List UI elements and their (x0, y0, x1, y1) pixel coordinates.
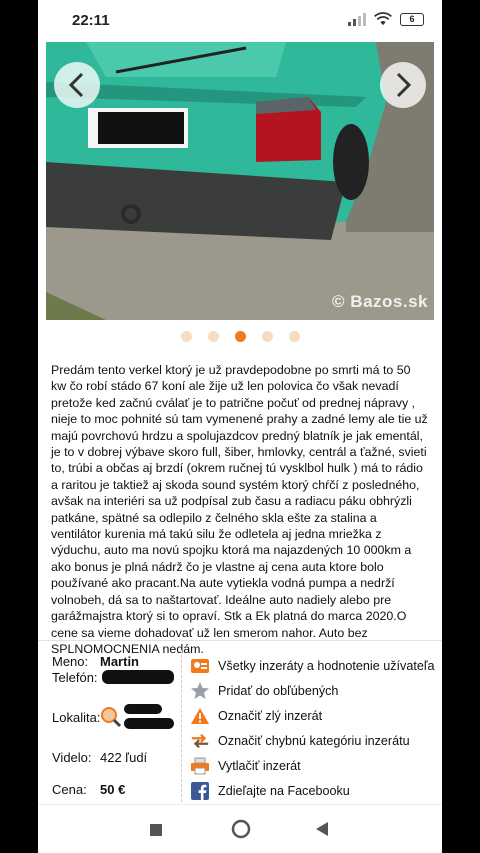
gallery-pagination (38, 331, 442, 342)
action-label: Označiť zlý inzerát (218, 709, 323, 723)
previous-photo-button[interactable] (54, 62, 100, 108)
battery-icon: 6 (400, 12, 424, 26)
signal-icon (348, 12, 366, 26)
square-icon (150, 824, 162, 836)
gallery-dot[interactable] (180, 331, 192, 342)
map-search-icon[interactable] (100, 706, 122, 728)
warning-icon (190, 706, 210, 726)
add-favorite-link[interactable]: Pridať do obľúbených (190, 681, 338, 701)
listing-photo[interactable]: © Bazos.sk (46, 42, 434, 320)
gallery-dot-active[interactable] (234, 331, 246, 342)
printer-icon (190, 756, 210, 776)
views-label: Videlo: (52, 750, 92, 765)
triangle-back-icon (316, 822, 328, 836)
all-listings-link[interactable]: Všetky inzeráty a hodnotenie užívateľa (190, 656, 435, 676)
car-photo-image (46, 42, 434, 320)
back-button[interactable] (316, 822, 328, 841)
user-card-icon (190, 656, 210, 676)
action-label: Pridať do obľúbených (218, 684, 339, 698)
action-label: Zdieľajte na Facebooku (218, 784, 350, 798)
screen: 22:11 6 © Bazos.sk Predám tento verkel k… (38, 0, 442, 853)
watermark-logo-icon: © (332, 292, 346, 311)
name-label: Meno: (52, 654, 89, 669)
price-label: Cena: (52, 782, 87, 797)
watermark-text: Bazos.sk (350, 292, 428, 311)
location-label: Lokalita: (52, 710, 101, 725)
vertical-divider (181, 650, 182, 802)
circle-icon (231, 819, 251, 839)
share-facebook-link[interactable]: Zdieľajte na Facebooku (190, 781, 350, 801)
status-bar: 22:11 6 (38, 0, 442, 42)
wrong-category-link[interactable]: Označiť chybnú kategóriu inzerátu (190, 731, 410, 751)
location-redacted (124, 704, 162, 714)
listing-description: Predám tento verkel ktorý je už pravdepo… (51, 363, 428, 656)
chevron-right-icon (396, 72, 412, 98)
photo-watermark: © Bazos.sk (332, 292, 428, 312)
gallery-dot[interactable] (207, 331, 219, 342)
swap-arrows-icon (190, 731, 210, 751)
divider (38, 640, 442, 641)
action-label: Označiť chybnú kategóriu inzerátu (218, 734, 410, 748)
phone-label: Telefón: (52, 670, 98, 685)
seller-name[interactable]: Martin (100, 654, 139, 669)
next-photo-button[interactable] (380, 62, 426, 108)
action-label: Všetky inzeráty a hodnotenie užívateľa (218, 659, 435, 673)
report-listing-link[interactable]: Označiť zlý inzerát (190, 706, 322, 726)
star-icon (190, 681, 210, 701)
action-label: Vytlačiť inzerát (218, 759, 301, 773)
recent-apps-button[interactable] (150, 823, 162, 841)
gallery-dot[interactable] (261, 331, 273, 342)
facebook-icon (190, 781, 210, 801)
location-redacted (124, 718, 174, 729)
print-listing-link[interactable]: Vytlačiť inzerát (190, 756, 301, 776)
gallery-dot[interactable] (288, 331, 300, 342)
views-count: 422 ľudí (100, 750, 148, 765)
system-navigation-bar (38, 804, 442, 853)
phone-redacted (102, 670, 174, 684)
chevron-left-icon (68, 72, 84, 98)
price-value: 50 € (100, 782, 126, 797)
wifi-icon (374, 12, 392, 26)
status-time: 22:11 (72, 12, 110, 29)
home-button[interactable] (231, 819, 251, 844)
